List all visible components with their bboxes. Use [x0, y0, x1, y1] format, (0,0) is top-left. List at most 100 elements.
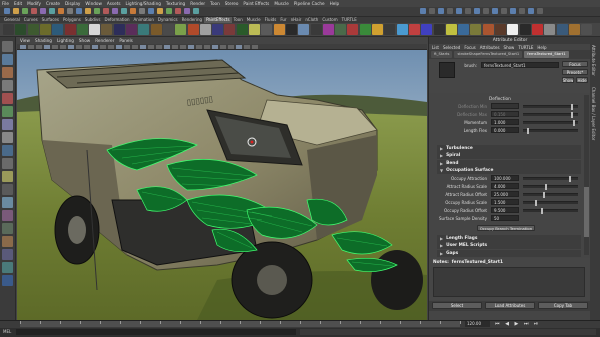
shelf-tool-icon[interactable]	[150, 24, 162, 35]
viewport-tool-icon[interactable]	[244, 45, 250, 49]
shelf-tool-icon[interactable]	[199, 24, 211, 35]
tool-icon[interactable]	[2, 197, 13, 208]
menu-item[interactable]: Toon	[210, 1, 220, 6]
shelf-tool-icon[interactable]	[27, 24, 39, 35]
status-tool-icon[interactable]	[139, 8, 145, 14]
shelf-tool-icon[interactable]	[458, 24, 470, 35]
status-tool-icon[interactable]	[22, 8, 28, 14]
menu-item[interactable]: Display	[65, 1, 80, 6]
ae-menu-item[interactable]: List	[432, 45, 439, 50]
section-collapsed[interactable]: ▶ Gaps	[437, 249, 581, 257]
status-tool-icon[interactable]	[85, 8, 91, 14]
tool-icon[interactable]	[2, 171, 13, 182]
section-collapsed[interactable]: ▶ User MEL Scripts	[437, 242, 581, 250]
tool-icon[interactable]	[2, 54, 13, 65]
tool-icon[interactable]	[2, 210, 13, 221]
slider-handle[interactable]	[527, 128, 529, 134]
status-tool-icon[interactable]	[166, 8, 172, 14]
viewport-tool-icon[interactable]	[60, 45, 66, 49]
status-tool-icon[interactable]	[492, 8, 498, 14]
tool-icon[interactable]	[2, 249, 13, 260]
shelf-tool-icon[interactable]	[544, 24, 556, 35]
status-tool-icon[interactable]	[58, 8, 64, 14]
viewport-menu-item[interactable]: Show	[79, 38, 90, 43]
occupy-branch-termination-checkbox[interactable]: Occupy Branch Termination	[477, 225, 535, 231]
status-tool-icon[interactable]	[148, 8, 154, 14]
viewport-tool-icon[interactable]	[116, 45, 122, 49]
status-tool-icon[interactable]	[157, 8, 163, 14]
status-tool-icon[interactable]	[483, 8, 489, 14]
status-tool-icon[interactable]	[456, 8, 462, 14]
status-tool-icon[interactable]	[4, 8, 10, 14]
viewport-tool-icon[interactable]	[156, 45, 162, 49]
status-tool-icon[interactable]	[537, 8, 543, 14]
attr-slider[interactable]	[523, 104, 578, 110]
slider-handle[interactable]	[569, 176, 571, 182]
tool-icon[interactable]	[2, 132, 13, 143]
3d-viewport[interactable]: ▯▯▯▯▯▯	[17, 50, 427, 320]
viewport-menu-item[interactable]: Renderer	[95, 38, 114, 43]
menu-item[interactable]: Lighting/Shading	[126, 1, 161, 6]
status-tool-icon[interactable]	[40, 8, 46, 14]
focus-button[interactable]: Focus	[562, 61, 588, 67]
viewport-tool-icon[interactable]	[84, 45, 90, 49]
shelf-tool-icon[interactable]	[101, 24, 113, 35]
tool-icon[interactable]	[2, 236, 13, 247]
shelf-tool-icon[interactable]	[347, 24, 359, 35]
shelf-tool-icon[interactable]	[236, 24, 248, 35]
viewport-tool-icon[interactable]	[28, 45, 34, 49]
viewport-tool-icon[interactable]	[68, 45, 74, 49]
status-tool-icon[interactable]	[438, 8, 444, 14]
shelf-tool-icon[interactable]	[445, 24, 457, 35]
viewport-tool-icon[interactable]	[108, 45, 114, 49]
status-tool-icon[interactable]	[94, 8, 100, 14]
tool-icon[interactable]	[2, 158, 13, 169]
viewport-tool-icon[interactable]	[132, 45, 138, 49]
shelf-tool-icon[interactable]	[310, 24, 322, 35]
tool-icon[interactable]	[2, 119, 13, 130]
current-frame-field[interactable]: 120.00	[465, 321, 490, 327]
viewport-tool-icon[interactable]	[228, 45, 234, 49]
menu-item[interactable]: Render	[190, 1, 205, 6]
viewport-tool-icon[interactable]	[44, 45, 50, 49]
status-tool-icon[interactable]	[501, 8, 507, 14]
copy-tab-button[interactable]: Copy Tab	[538, 302, 588, 309]
status-tool-icon[interactable]	[429, 8, 435, 14]
shelf-tool-icon[interactable]	[495, 24, 506, 35]
status-tool-icon[interactable]	[112, 8, 118, 14]
hide-button[interactable]: Hide	[576, 77, 588, 83]
tool-icon[interactable]	[2, 275, 13, 286]
shelf-tool-icon[interactable]	[396, 24, 408, 35]
menu-item[interactable]: Stereo	[225, 1, 239, 6]
viewport-tool-icon[interactable]	[188, 45, 194, 49]
load-attributes-button[interactable]: Load Attributes	[485, 302, 535, 309]
status-tool-icon[interactable]	[465, 8, 471, 14]
brush-name-field[interactable]: fernsTextured_Start1	[481, 62, 559, 68]
status-tool-icon[interactable]	[76, 8, 82, 14]
ae-scrollbar-thumb[interactable]	[584, 187, 589, 237]
shelf-tool-icon[interactable]	[581, 24, 593, 35]
tool-icon[interactable]	[2, 41, 13, 52]
status-tool-icon[interactable]	[474, 8, 480, 14]
menu-item[interactable]: Edit	[14, 1, 22, 6]
attr-slider[interactable]	[523, 176, 578, 182]
viewport-tool-icon[interactable]	[220, 45, 226, 49]
status-tool-icon[interactable]	[49, 8, 55, 14]
menu-item[interactable]: Window	[85, 1, 102, 6]
attr-value-field[interactable]: 9.500	[491, 207, 519, 213]
viewport-tool-icon[interactable]	[140, 45, 146, 49]
shelf-tool-icon[interactable]	[298, 24, 310, 35]
notes-textarea[interactable]	[433, 267, 585, 297]
status-tool-icon[interactable]	[103, 8, 109, 14]
menu-item[interactable]: Assets	[107, 1, 121, 6]
shelf-tool-icon[interactable]	[162, 24, 174, 35]
shelf-tool-icon[interactable]	[335, 24, 347, 35]
viewport-tool-icon[interactable]	[36, 45, 42, 49]
menu-item[interactable]: File	[2, 1, 9, 6]
viewport-tool-icon[interactable]	[236, 45, 242, 49]
slider-handle[interactable]	[571, 112, 573, 118]
status-tool-icon[interactable]	[130, 8, 136, 14]
shelf-tool-icon[interactable]	[568, 24, 580, 35]
shelf-tool-icon[interactable]	[408, 24, 420, 35]
status-tool-icon[interactable]	[420, 8, 426, 14]
